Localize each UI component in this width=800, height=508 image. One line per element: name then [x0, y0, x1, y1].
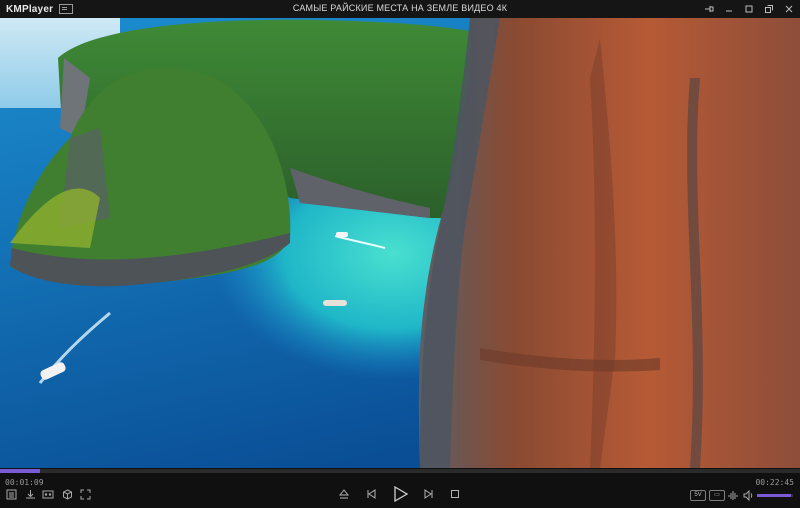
- eq-icon[interactable]: [727, 489, 739, 501]
- video-image: [0, 18, 800, 468]
- volume-fill: [757, 494, 792, 497]
- close-icon[interactable]: [782, 2, 796, 16]
- eject-icon[interactable]: [337, 487, 351, 501]
- restore-icon[interactable]: [762, 2, 776, 16]
- seek-bar-fill: [0, 469, 40, 473]
- capture-icon[interactable]: [42, 488, 54, 500]
- pin-icon[interactable]: [702, 2, 716, 16]
- badge-5v[interactable]: 5V: [690, 490, 706, 501]
- speaker-icon[interactable]: [743, 489, 755, 501]
- window-title: САМЫЕ РАЙСКИЕ МЕСТА НА ЗЕМЛЕ ВИДЕО 4К: [292, 3, 508, 13]
- control-bar: 5V ▭: [0, 484, 800, 506]
- maximize-icon[interactable]: [742, 2, 756, 16]
- stop-icon[interactable]: [448, 487, 462, 501]
- volume-slider[interactable]: [757, 494, 793, 497]
- app-logo[interactable]: KMPlayer: [6, 4, 53, 15]
- subtitle-badge[interactable]: ▭: [709, 490, 725, 501]
- playlist-icon[interactable]: [5, 488, 17, 500]
- title-bar: KMPlayer САМЫЕ РАЙСКИЕ МЕСТА НА ЗЕМЛЕ ВИ…: [0, 0, 800, 18]
- minimize-icon[interactable]: [722, 2, 736, 16]
- play-icon[interactable]: [390, 484, 410, 504]
- video-frame[interactable]: [0, 18, 800, 468]
- seek-bar[interactable]: [0, 469, 800, 473]
- next-icon[interactable]: [422, 487, 436, 501]
- 3d-icon[interactable]: [61, 488, 73, 500]
- menu-icon[interactable]: [59, 4, 74, 14]
- download-icon[interactable]: [24, 488, 36, 500]
- window-controls: [702, 0, 796, 18]
- previous-icon[interactable]: [364, 487, 378, 501]
- fullscreen-icon[interactable]: [79, 488, 91, 500]
